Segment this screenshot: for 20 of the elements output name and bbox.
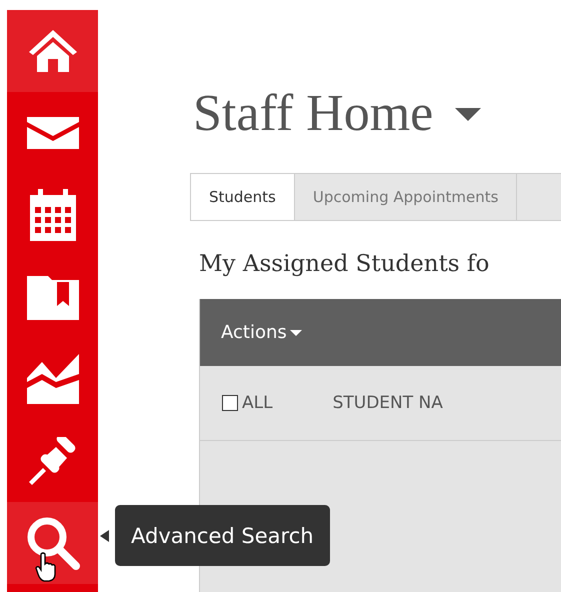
column-header[interactable]: STUDENT NA <box>332 393 443 413</box>
folder-icon <box>26 274 80 320</box>
area-chart-icon <box>26 354 80 404</box>
calendar-icon <box>28 189 78 241</box>
page-title: Staff Home <box>193 88 434 140</box>
section-heading: My Assigned Students fo <box>199 251 490 277</box>
tooltip: Advanced Search <box>115 505 330 566</box>
home-icon <box>26 28 78 74</box>
checkbox[interactable] <box>222 395 238 411</box>
checkbox-label[interactable]: ALL <box>242 393 273 413</box>
pushpin-icon <box>28 437 76 485</box>
caret-icon <box>290 330 302 336</box>
pointer-cursor-icon <box>35 552 57 582</box>
caret-icon[interactable] <box>455 108 482 120</box>
actions-dropdown[interactable]: Actions <box>221 322 302 343</box>
sidebar-item[interactable] <box>7 10 98 92</box>
tab[interactable]: Students <box>191 174 295 220</box>
search-icon <box>26 516 80 570</box>
sidebar-item[interactable] <box>7 502 98 584</box>
mail-icon <box>26 116 80 150</box>
